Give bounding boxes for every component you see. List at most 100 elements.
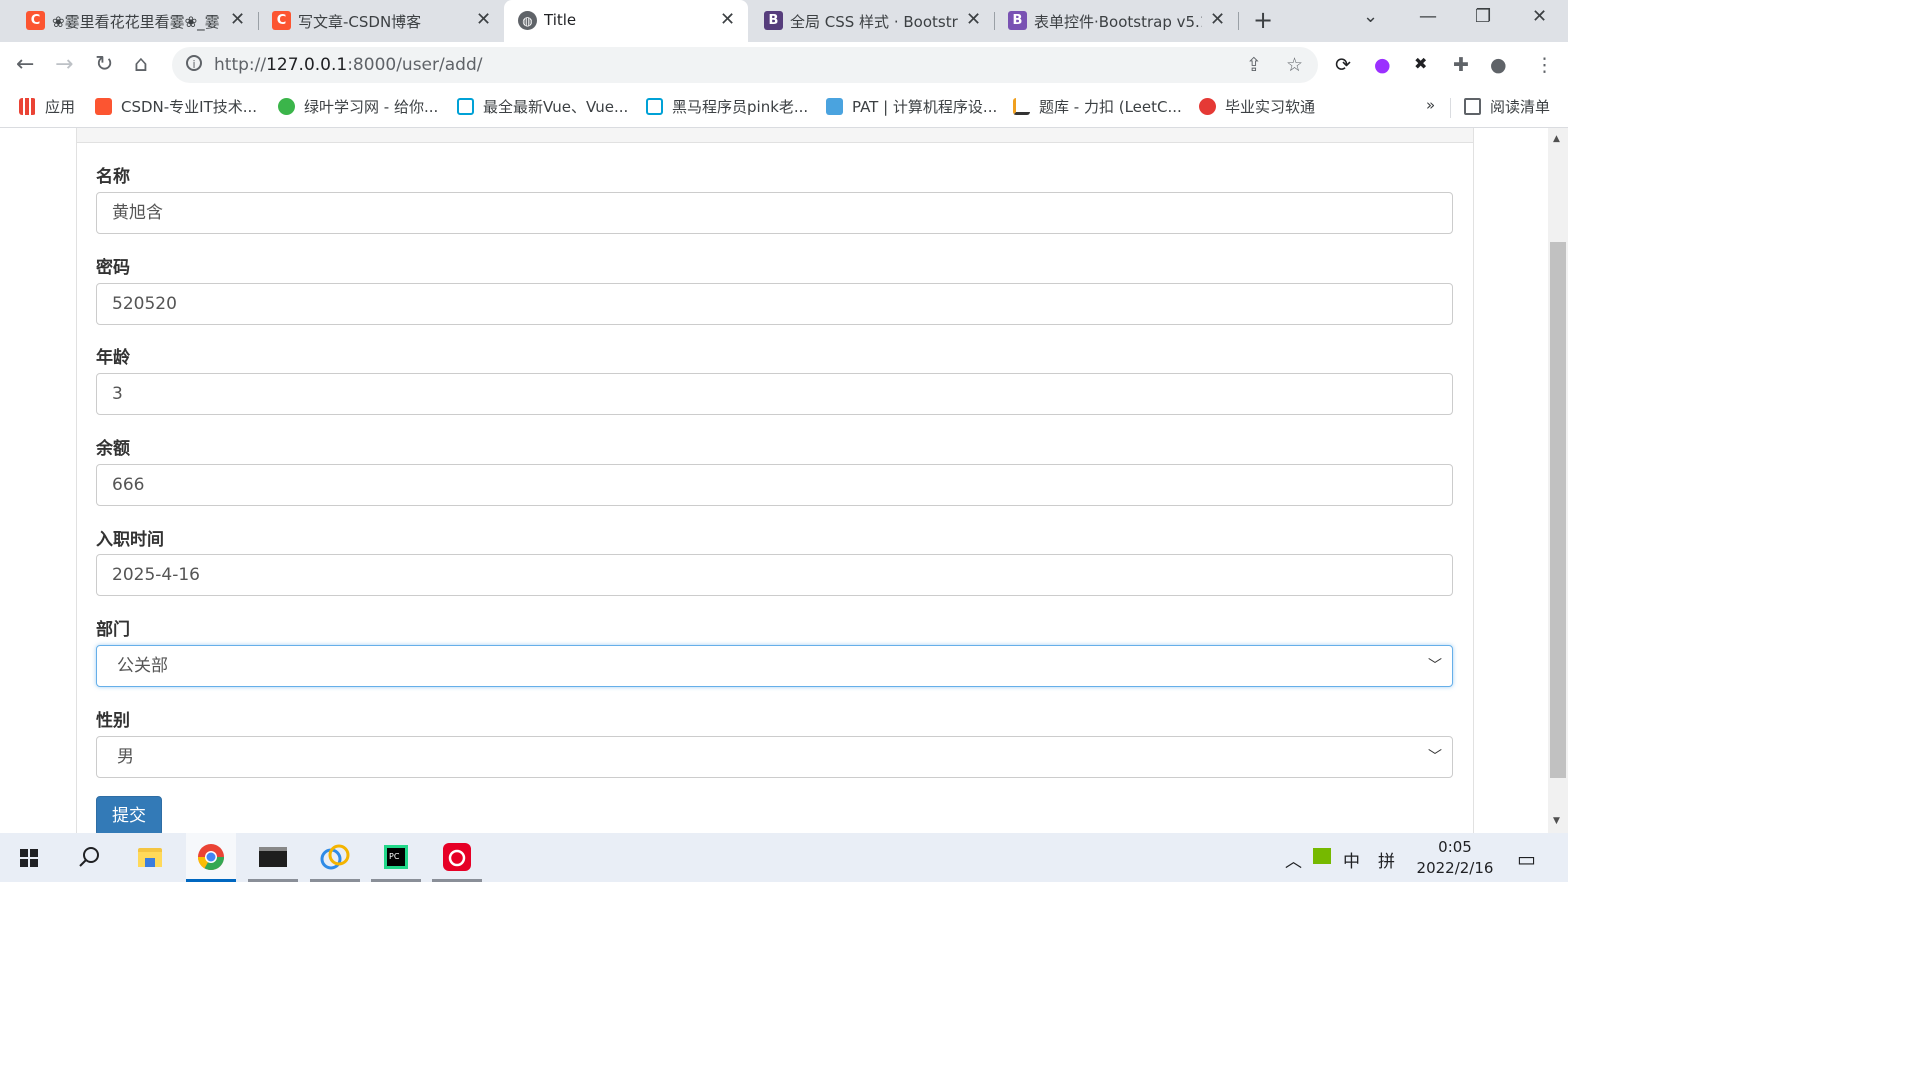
extension-purple-icon[interactable]: ● <box>1374 54 1391 76</box>
tray-chevron-up-icon[interactable]: ︿ <box>1285 847 1302 872</box>
csdn-icon <box>95 98 112 115</box>
gender-select[interactable]: 男 ﹀ <box>96 736 1453 778</box>
apps-grid-icon <box>19 98 36 115</box>
department-selected-value: 公关部 <box>117 656 168 676</box>
tab-title: ❀霎里看花花里看霎❀_霎 <box>52 13 220 31</box>
pat-icon <box>826 98 843 115</box>
bookmark-lvye[interactable]: 绿叶学习网 - 给你... <box>278 96 438 117</box>
extension-sync-icon[interactable]: ⟳ <box>1335 54 1351 76</box>
reading-list[interactable]: 阅读清单 <box>1464 96 1550 117</box>
panel-heading <box>77 128 1473 143</box>
close-icon[interactable]: ✕ <box>966 9 981 30</box>
back-arrow-icon[interactable]: ← <box>16 52 34 77</box>
bookmarks-bar: 应用 CSDN-专业IT技术... 绿叶学习网 - 给你... 最全最新Vue、… <box>0 88 1568 128</box>
hire-date-label: 入职时间 <box>96 530 164 550</box>
name-input[interactable]: 黄旭含 <box>96 192 1453 234</box>
new-tab-plus-icon[interactable]: + <box>1253 6 1273 34</box>
reading-list-icon <box>1464 98 1481 115</box>
pycharm-icon[interactable]: PC <box>371 833 421 882</box>
ime-language[interactable]: 中 <box>1343 847 1360 872</box>
csdn-favicon-icon: C <box>26 11 45 30</box>
balance-input[interactable]: 666 <box>96 464 1453 506</box>
address-bar[interactable]: i http://127.0.0.1:8000/user/add/ ⇪ ☆ <box>172 47 1318 83</box>
tab-title: 全局 CSS 样式 · Bootstra <box>790 13 958 31</box>
department-label: 部门 <box>96 620 130 640</box>
window-close-icon[interactable]: ✕ <box>1532 6 1547 27</box>
password-input[interactable]: 520520 <box>96 283 1453 325</box>
name-label: 名称 <box>96 167 130 187</box>
close-icon[interactable]: ✕ <box>1210 9 1225 30</box>
form-panel: 名称 黄旭含 密码 520520 年龄 3 余额 666 入职时间 2025-4… <box>76 128 1474 833</box>
browser-tab-active[interactable]: ◍ Title ✕ <box>504 0 748 42</box>
tab-search-chevron-icon[interactable]: ⌄ <box>1363 6 1378 27</box>
bookmark-csdn[interactable]: CSDN-专业IT技术... <box>95 96 257 117</box>
close-icon[interactable]: ✕ <box>476 9 491 30</box>
clock-time: 0:05 <box>1438 838 1472 856</box>
minimize-icon[interactable]: — <box>1419 6 1437 27</box>
chrome-icon[interactable] <box>186 833 236 882</box>
running-app-indicator <box>432 879 482 882</box>
gender-label: 性别 <box>96 711 130 731</box>
close-icon[interactable]: ✕ <box>230 9 245 30</box>
bookmark-apps[interactable]: 应用 <box>19 96 75 117</box>
browser-app-icon[interactable] <box>310 833 360 882</box>
bookmark-pink[interactable]: 黑马程序员pink老... <box>646 96 808 117</box>
share-icon[interactable]: ⇪ <box>1246 54 1262 76</box>
chevron-down-icon: ﹀ <box>1428 749 1442 765</box>
browser-tab-4[interactable]: B 全局 CSS 样式 · Bootstra ✕ <box>750 0 994 42</box>
password-label: 密码 <box>96 258 130 278</box>
bookmark-pat[interactable]: PAT | 计算机程序设... <box>826 96 997 117</box>
ime-mode[interactable]: 拼 <box>1378 847 1395 872</box>
reload-icon[interactable]: ↻ <box>95 52 113 77</box>
department-select[interactable]: 公关部 ﹀ <box>96 645 1453 687</box>
bookmark-softstone[interactable]: 毕业实习软通 <box>1199 96 1315 117</box>
close-icon[interactable]: ✕ <box>720 9 735 30</box>
forward-arrow-icon[interactable]: → <box>55 52 73 77</box>
tab-title: Title <box>544 11 577 29</box>
bookmark-leetcode[interactable]: 题库 - 力扣 (LeetC... <box>1013 96 1182 117</box>
page-scrollbar[interactable]: ▲ ▼ <box>1548 128 1568 833</box>
active-app-indicator <box>186 879 236 882</box>
notification-icon[interactable]: ▭ <box>1517 847 1536 871</box>
restore-icon[interactable]: ❐ <box>1475 6 1491 27</box>
menu-kebab-icon[interactable]: ⋮ <box>1535 54 1554 76</box>
bootstrap-favicon-icon: B <box>764 11 783 30</box>
hire-date-input[interactable]: 2025-4-16 <box>96 554 1453 596</box>
start-windows-icon[interactable] <box>4 833 54 882</box>
search-icon[interactable] <box>64 833 114 882</box>
system-clock[interactable]: 0:05 2022/2/16 <box>1412 837 1498 879</box>
gender-selected-value: 男 <box>117 747 134 767</box>
browser-tab-2[interactable]: C 写文章-CSDN博客 ✕ <box>258 0 502 42</box>
site-info-icon[interactable]: i <box>186 55 202 71</box>
bookmark-vue[interactable]: 最全最新Vue、Vue... <box>457 96 628 117</box>
bootstrap-favicon-icon: B <box>1008 11 1027 30</box>
extension-x-icon[interactable]: ✖ <box>1414 54 1427 73</box>
running-app-indicator <box>248 879 298 882</box>
running-app-indicator <box>371 879 421 882</box>
profile-avatar-icon[interactable]: ● <box>1490 54 1507 76</box>
home-icon[interactable]: ⌂ <box>134 52 148 77</box>
scroll-down-arrow-icon[interactable]: ▼ <box>1553 816 1560 826</box>
browser-tab-1[interactable]: C ❀霎里看花花里看霎❀_霎 ✕ <box>12 0 256 42</box>
age-label: 年龄 <box>96 348 130 368</box>
file-explorer-icon[interactable] <box>125 833 175 882</box>
tab-title: 写文章-CSDN博客 <box>298 13 422 31</box>
bookmark-star-icon[interactable]: ☆ <box>1286 54 1303 76</box>
leaf-icon <box>278 98 295 115</box>
bookmarks-overflow-chevron[interactable]: » <box>1426 96 1435 114</box>
page-content: 名称 黄旭含 密码 520520 年龄 3 余额 666 入职时间 2025-4… <box>0 128 1548 833</box>
svg-text:PC: PC <box>389 852 400 861</box>
netease-music-icon[interactable] <box>432 833 482 882</box>
scroll-thumb[interactable] <box>1550 242 1566 778</box>
extensions-puzzle-icon[interactable]: ✚ <box>1453 54 1469 76</box>
browser-tab-5[interactable]: B 表单控件·Bootstrap v5.1 ✕ <box>994 0 1238 42</box>
leetcode-icon <box>1013 98 1030 115</box>
nvidia-tray-icon[interactable] <box>1313 848 1331 864</box>
clock-date: 2022/2/16 <box>1416 859 1494 877</box>
submit-button[interactable]: 提交 <box>96 796 162 833</box>
tab-strip: C ❀霎里看花花里看霎❀_霎 ✕ C 写文章-CSDN博客 ✕ ◍ Title … <box>0 0 1568 42</box>
terminal-icon[interactable] <box>248 833 298 882</box>
age-input[interactable]: 3 <box>96 373 1453 415</box>
scroll-up-arrow-icon[interactable]: ▲ <box>1553 134 1560 144</box>
url-text[interactable]: http://127.0.0.1:8000/user/add/ <box>214 55 482 75</box>
